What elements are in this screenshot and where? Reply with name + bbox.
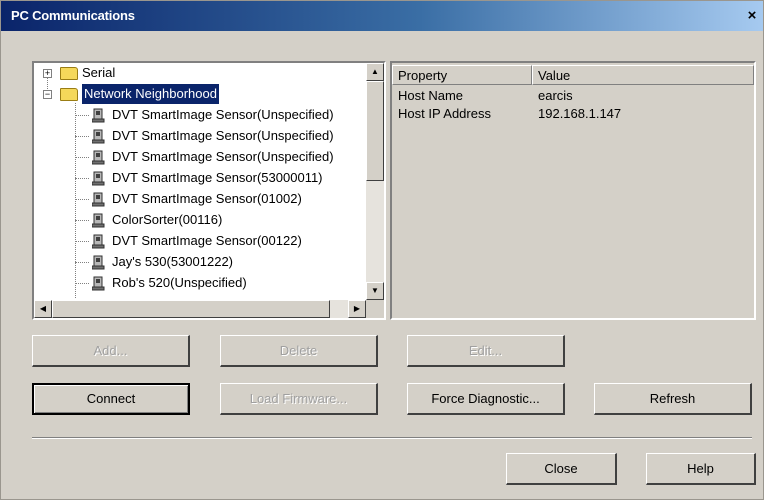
scroll-right-arrow-icon[interactable]: ▶: [348, 300, 366, 318]
tree-item-sensor[interactable]: DVT SmartImage Sensor(01002): [112, 189, 302, 209]
sensor-icon: [91, 255, 106, 270]
scroll-up-arrow-icon[interactable]: ▲: [366, 63, 384, 81]
force-diagnostic-button[interactable]: Force Diagnostic...: [407, 383, 565, 415]
tree-item-sensor[interactable]: DVT SmartImage Sensor(Unspecified): [112, 126, 334, 146]
tree-item-sensor[interactable]: DVT SmartImage Sensor(Unspecified): [112, 147, 334, 167]
tree-viewport: + Serial − Network Neighborhood DVT Smar…: [34, 63, 366, 300]
horizontal-scroll-thumb[interactable]: [52, 300, 330, 318]
property-value: earcis: [538, 88, 573, 103]
tree-connector: [75, 262, 89, 263]
edit-button[interactable]: Edit...: [407, 335, 565, 367]
tree-item-sensor[interactable]: Jay's 530(53001222): [112, 252, 233, 272]
vertical-scrollbar[interactable]: ▲ ▼: [366, 63, 384, 300]
property-value: 192.168.1.147: [538, 106, 622, 121]
property-name: Host Name: [398, 88, 464, 103]
column-header-property[interactable]: Property: [392, 65, 532, 85]
device-tree[interactable]: + Serial − Network Neighborhood DVT Smar…: [32, 61, 386, 320]
add-button[interactable]: Add...: [32, 335, 190, 367]
sensor-icon: [91, 150, 106, 165]
column-header-value[interactable]: Value: [532, 65, 754, 85]
folder-icon: [60, 67, 78, 80]
sensor-icon: [91, 213, 106, 228]
tree-connector: [75, 241, 89, 242]
property-name: Host IP Address: [398, 106, 491, 121]
separator: [32, 437, 752, 439]
sensor-icon: [91, 192, 106, 207]
pc-communications-dialog: PC Communications × + Serial − Network N…: [0, 0, 764, 500]
delete-button[interactable]: Delete: [220, 335, 378, 367]
tree-connector: [75, 283, 89, 284]
property-list[interactable]: Property Value Host Name earcis Host IP …: [390, 61, 756, 320]
sensor-icon: [91, 234, 106, 249]
connect-button[interactable]: Connect: [32, 383, 190, 415]
scroll-down-arrow-icon[interactable]: ▼: [366, 282, 384, 300]
tree-connector: [75, 115, 89, 116]
title-bar: PC Communications ×: [1, 1, 763, 31]
tree-connector: [75, 199, 89, 200]
close-button[interactable]: Close: [506, 453, 617, 485]
tree-item-sensor[interactable]: DVT SmartImage Sensor(53000011): [112, 168, 323, 188]
sensor-icon: [91, 129, 106, 144]
tree-connector: [75, 136, 89, 137]
refresh-button[interactable]: Refresh: [594, 383, 752, 415]
tree-item-sensor[interactable]: ColorSorter(00116): [112, 210, 222, 230]
scrollbar-corner: [366, 300, 384, 318]
tree-connector: [75, 103, 76, 298]
vertical-scroll-thumb[interactable]: [366, 81, 384, 181]
folder-open-icon: [60, 88, 78, 101]
tree-item-sensor[interactable]: DVT SmartImage Sensor(00122): [112, 231, 302, 251]
tree-connector: [75, 157, 89, 158]
tree-item-serial[interactable]: Serial: [82, 63, 115, 83]
tree-item-sensor[interactable]: Rob's 520(Unspecified): [112, 273, 247, 293]
tree-item-network-neighborhood[interactable]: Network Neighborhood: [82, 84, 219, 104]
horizontal-scrollbar[interactable]: ◀ ▶: [34, 300, 366, 318]
close-icon[interactable]: ×: [745, 8, 759, 23]
tree-item-sensor[interactable]: DVT SmartImage Sensor(Unspecified): [112, 105, 334, 125]
help-button[interactable]: Help: [646, 453, 756, 485]
scroll-left-arrow-icon[interactable]: ◀: [34, 300, 52, 318]
tree-connector: [75, 178, 89, 179]
tree-connector: [75, 220, 89, 221]
collapse-icon[interactable]: −: [43, 90, 52, 99]
sensor-icon: [91, 171, 106, 186]
sensor-icon: [91, 108, 106, 123]
load-firmware-button[interactable]: Load Firmware...: [220, 383, 378, 415]
expand-icon[interactable]: +: [43, 69, 52, 78]
sensor-icon: [91, 276, 106, 291]
window-title: PC Communications: [11, 8, 135, 23]
